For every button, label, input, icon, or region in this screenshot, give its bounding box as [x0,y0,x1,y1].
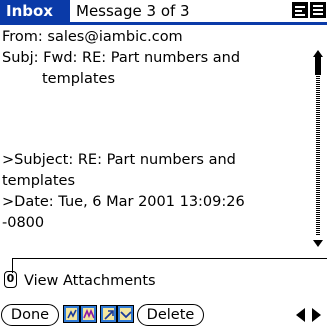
title-bar: Inbox Message 3 of 3 [0,0,327,25]
message-position: Message 3 of 3 [76,2,190,20]
subject-line: Subj: Fwd: RE: Part numbers and [2,50,241,66]
scroll-thumb[interactable] [315,57,321,75]
scroll-track[interactable] [316,76,320,236]
quoted-subject-line-continued: templates [2,173,76,189]
done-button[interactable]: Done [1,304,59,326]
previous-message-icon[interactable] [296,308,305,322]
delete-button[interactable]: Delete [137,304,204,326]
menu-bar-icon[interactable] [292,2,308,18]
scrollbar[interactable] [311,50,325,250]
next-message-icon[interactable] [312,308,321,322]
inbox-tab[interactable]: Inbox [0,0,70,22]
view-attachments-link[interactable]: View Attachments [24,272,156,290]
list-view-icon[interactable] [310,2,326,18]
scroll-down-arrow-icon[interactable] [313,240,323,247]
quoted-date-line: >Date: Tue, 6 Mar 2001 13:09:26 [2,194,245,210]
subject-line-continued: templates [42,71,116,87]
scroll-up-arrow-icon[interactable] [313,50,323,57]
reply-icon[interactable] [100,305,117,323]
from-line: From: sales@iambic.com [2,29,183,45]
quoted-subject-line: >Subject: RE: Part numbers and [2,152,236,168]
previous-unread-icon[interactable] [63,305,80,323]
paperclip-icon[interactable]: 0 [4,271,17,288]
next-unread-icon[interactable] [80,305,97,323]
attachment-divider [12,258,327,273]
quoted-date-line-continued: -0800 [2,215,45,231]
mark-icon[interactable] [117,305,134,323]
